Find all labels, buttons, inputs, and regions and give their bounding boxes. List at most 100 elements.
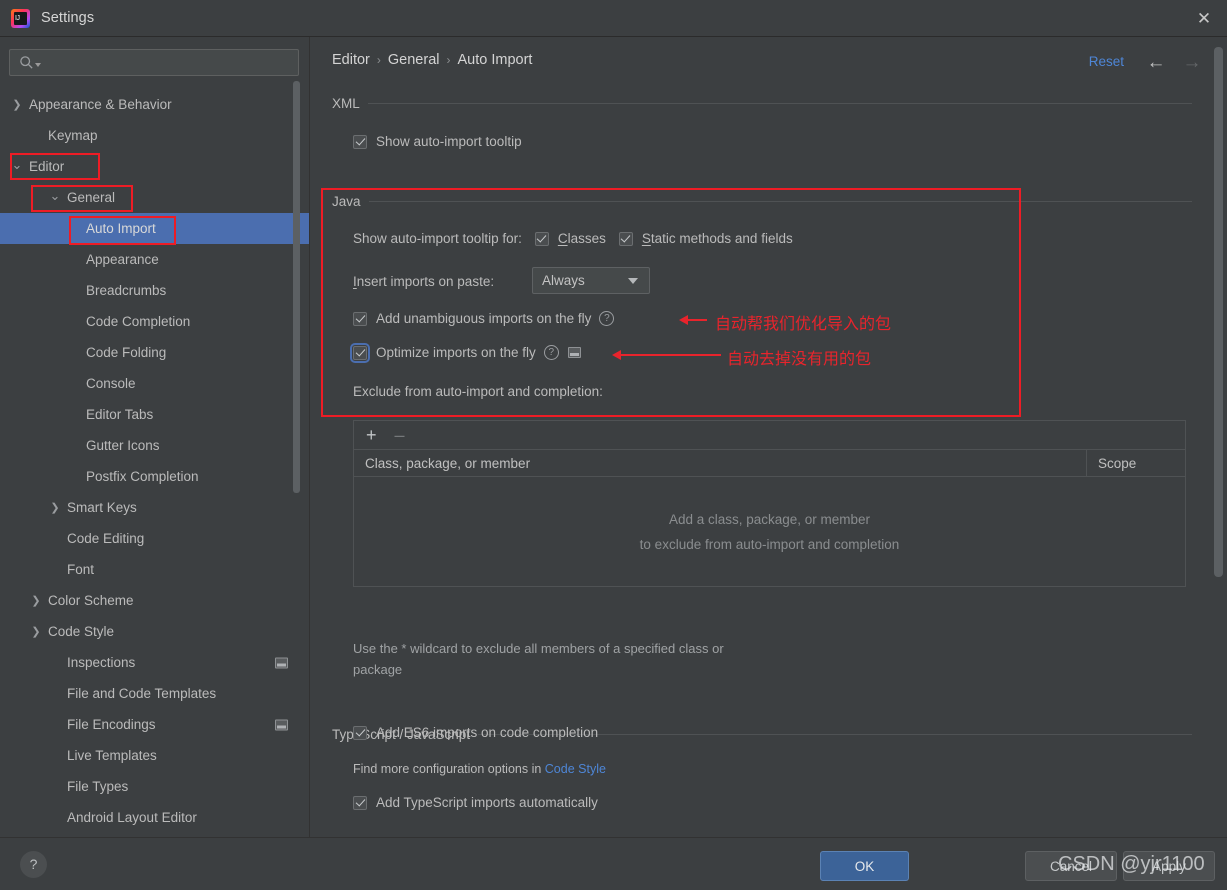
checkbox-box[interactable] — [353, 725, 367, 740]
content-scrollbar[interactable] — [1213, 37, 1224, 837]
intellij-idea-logo-icon: IJ — [11, 8, 30, 28]
sidebar-item-smart-keys[interactable]: ❯ Smart Keys — [0, 492, 309, 523]
sidebar-item-label: Keymap — [48, 128, 98, 143]
dropdown-insert-imports-on-paste[interactable]: Always — [532, 267, 650, 294]
help-icon[interactable]: ? — [599, 311, 615, 326]
sidebar-item-postfix-completion[interactable]: Postfix Completion — [0, 461, 309, 492]
sidebar-item-label: Auto Import — [86, 221, 156, 236]
sidebar-item-file-and-code-templates[interactable]: File and Code Templates — [0, 678, 309, 709]
exclude-table-header: Class, package, or member Scope — [353, 449, 1186, 477]
sidebar-item-breadcrumbs[interactable]: Breadcrumbs — [0, 275, 309, 306]
sidebar-item-live-templates[interactable]: Live Templates — [0, 740, 309, 771]
sidebar-scrollbar[interactable] — [292, 37, 301, 785]
sidebar-item-code-folding[interactable]: Code Folding — [0, 337, 309, 368]
search-box[interactable] — [9, 49, 299, 76]
settings-content-pane: Editor › General › Auto Import Reset ← →… — [311, 37, 1227, 837]
sidebar-item-color-scheme[interactable]: ❯ Color Scheme — [0, 585, 309, 616]
sidebar-item-keymap[interactable]: Keymap — [0, 120, 309, 151]
sidebar-item-label: Live Templates — [67, 748, 157, 763]
sidebar-item-label: Code Style — [48, 624, 115, 639]
sidebar-item-label: Editor Tabs — [86, 407, 154, 422]
sidebar-item-console[interactable]: Console — [0, 368, 309, 399]
sidebar-item-android-layout-editor[interactable]: Android Layout Editor — [0, 802, 309, 833]
sidebar-item-appearance[interactable]: Appearance — [0, 244, 309, 275]
sidebar-item-code-editing[interactable]: Code Editing — [0, 523, 309, 554]
sidebar-scrollbar-thumb[interactable] — [293, 81, 300, 493]
sidebar-item-label: Postfix Completion — [86, 469, 199, 484]
chevron-right-icon[interactable]: ❯ — [48, 501, 62, 515]
content-scrollbar-thumb[interactable] — [1214, 47, 1223, 577]
chevron-down-icon[interactable]: ⌄ — [10, 157, 24, 172]
sidebar-item-font[interactable]: Font — [0, 554, 309, 585]
search-field-wrapper — [9, 49, 299, 76]
sidebar-item-file-types[interactable]: File Types — [0, 771, 309, 802]
checkbox-box[interactable] — [353, 311, 367, 326]
arrow-left-icon[interactable]: ← — [1143, 50, 1169, 74]
checkbox-optimize-imports-on-the-fly[interactable]: Optimize imports on the fly ? — [350, 342, 581, 363]
add-button[interactable]: + — [366, 426, 377, 444]
checkbox-label: Optimize imports on the fly — [376, 345, 536, 360]
checkbox-classes-box[interactable] — [534, 231, 549, 246]
project-scope-icon[interactable] — [567, 347, 581, 358]
apply-button[interactable]: Apply — [1123, 851, 1215, 881]
sidebar-item-appearance-behavior[interactable]: ❯ Appearance & Behavior — [0, 89, 309, 120]
sidebar-item-file-encodings[interactable]: File Encodings — [0, 709, 309, 740]
chevron-right-icon[interactable]: ❯ — [29, 625, 43, 639]
column-header-class-package-member[interactable]: Class, package, or member — [354, 450, 1087, 476]
arrow-right-icon[interactable]: → — [1179, 50, 1205, 74]
section-header-xml: XML — [332, 96, 1192, 111]
code-style-link[interactable]: Code Style — [545, 762, 606, 776]
sidebar-item-general[interactable]: ⌄ General — [0, 182, 309, 213]
section-header-java: Java — [332, 194, 1192, 209]
sidebar-item-inspections[interactable]: Inspections — [0, 647, 309, 678]
help-icon[interactable]: ? — [543, 345, 559, 360]
help-button[interactable]: ? — [20, 851, 47, 878]
checkbox-box[interactable] — [353, 134, 367, 149]
sidebar-item-auto-import[interactable]: Auto Import — [0, 213, 309, 244]
checkbox-label: Show auto-import tooltip — [376, 134, 522, 149]
code-style-hint-prefix: Find more configuration options in — [353, 762, 545, 776]
column-header-scope[interactable]: Scope — [1087, 450, 1185, 476]
chevron-right-icon[interactable]: ❯ — [29, 594, 43, 608]
sidebar-item-label: Console — [86, 376, 136, 391]
exclude-table-body[interactable]: Add a class, package, or member to exclu… — [353, 477, 1186, 587]
sidebar-item-label: Appearance — [86, 252, 159, 267]
search-input[interactable] — [41, 55, 298, 70]
breadcrumb: Editor › General › Auto Import — [332, 52, 532, 68]
sidebar-item-label: Code Editing — [67, 531, 145, 546]
sidebar-item-code-completion[interactable]: Code Completion — [0, 306, 309, 337]
close-icon[interactable]: ✕ — [1181, 0, 1227, 36]
checkbox-add-typescript-imports[interactable]: Add TypeScript imports automatically — [353, 795, 598, 810]
sidebar-item-editor[interactable]: ⌄ Editor — [0, 151, 309, 182]
breadcrumb-item-editor[interactable]: Editor — [332, 52, 370, 68]
sidebar-item-code-style[interactable]: ❯ Code Style — [0, 616, 309, 647]
checkbox-static-methods-box[interactable] — [618, 231, 633, 246]
checkbox-add-es6-imports[interactable]: Add ES6 imports on code completion — [353, 725, 598, 740]
checkbox-show-auto-import-tooltip-xml[interactable]: Show auto-import tooltip — [353, 134, 522, 149]
empty-state-line-1: Add a class, package, or member — [668, 511, 871, 527]
settings-sidebar: ❯ Appearance & Behavior Keymap ⌄ Editor ⌄ Gene… — [0, 37, 310, 837]
checkbox-label: Add TypeScript imports automatically — [376, 795, 598, 810]
reset-link[interactable]: Reset — [1089, 54, 1124, 69]
sidebar-item-gutter-icons[interactable]: Gutter Icons — [0, 430, 309, 461]
sidebar-item-label: General — [67, 190, 116, 205]
checkbox-box[interactable] — [350, 342, 370, 363]
annotation-arrow-remove-head — [612, 350, 621, 360]
checkbox-box[interactable] — [353, 795, 367, 810]
sidebar-item-label: File Types — [67, 779, 129, 794]
sidebar-item-editor-tabs[interactable]: Editor Tabs — [0, 399, 309, 430]
settings-dialog: IJ Settings ✕ ❯ Appearance & Behavior Keym… — [0, 0, 1227, 890]
remove-button[interactable]: – — [395, 426, 405, 444]
sidebar-item-label: File and Code Templates — [67, 686, 217, 701]
checkbox-add-unambiguous-imports[interactable]: Add unambiguous imports on the fly ? — [353, 311, 615, 326]
sidebar-item-label: Editor — [29, 159, 65, 174]
breadcrumb-item-general[interactable]: General — [388, 52, 440, 68]
chevron-right-icon[interactable]: ❯ — [10, 98, 24, 112]
ok-button[interactable]: OK — [820, 851, 909, 881]
settings-tree: ❯ Appearance & Behavior Keymap ⌄ Editor ⌄ Gene… — [0, 89, 309, 837]
label-show-auto-import-tooltip-for: Show auto-import tooltip for: — [353, 231, 522, 246]
dialog-footer: ? OK Cancel Apply — [0, 837, 1227, 890]
chevron-down-icon[interactable]: ⌄ — [48, 188, 62, 203]
project-scope-icon — [275, 657, 288, 668]
cancel-button[interactable]: Cancel — [1025, 851, 1117, 881]
